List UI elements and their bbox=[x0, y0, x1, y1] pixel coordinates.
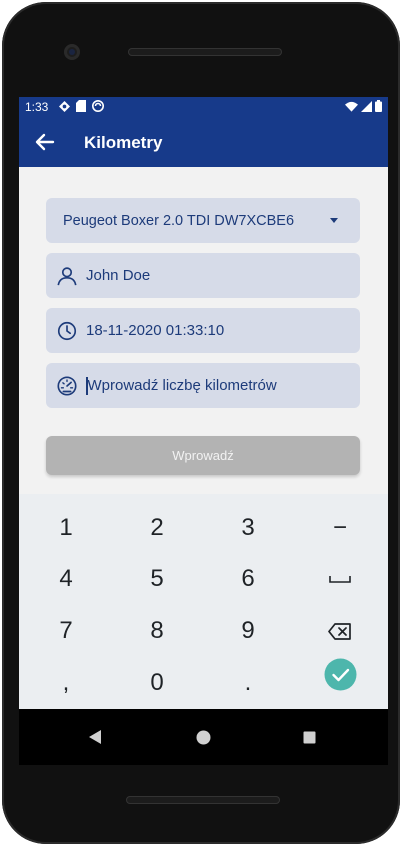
numeric-keyboard: 1 2 3 − 4 5 6 7 8 9 , 0 . bbox=[19, 494, 388, 709]
nav-recents-button[interactable] bbox=[295, 723, 323, 751]
battery-icon bbox=[375, 100, 382, 112]
settings-diamond-icon bbox=[59, 100, 70, 112]
datetime-value: 18-11-2020 01:33:10 bbox=[86, 322, 225, 339]
status-time: 1:33 bbox=[25, 100, 49, 114]
nav-home-circle-icon bbox=[196, 730, 210, 744]
signal-icon bbox=[361, 100, 372, 112]
driver-field: John Doe bbox=[46, 253, 360, 298]
vehicle-selected-value: Peugeot Boxer 2.0 TDI DW7XCBE6 bbox=[63, 212, 295, 229]
key-6-label: 6 bbox=[241, 565, 255, 592]
key-5[interactable]: 5 bbox=[117, 555, 197, 603]
status-bar: 1:33 bbox=[19, 97, 388, 117]
person-icon bbox=[57, 266, 77, 285]
sync-circle-icon bbox=[92, 100, 104, 112]
key-period[interactable]: . bbox=[208, 659, 288, 707]
vehicle-select[interactable]: Peugeot Boxer 2.0 TDI DW7XCBE6 bbox=[46, 198, 360, 243]
key-0[interactable]: 0 bbox=[117, 659, 197, 707]
submit-button[interactable]: Wprowadź bbox=[46, 436, 360, 475]
key-7[interactable]: 7 bbox=[26, 607, 106, 655]
key-comma[interactable]: , bbox=[26, 659, 106, 707]
checkmark-circle-icon bbox=[324, 658, 356, 690]
key-minus-label: − bbox=[332, 514, 347, 541]
back-arrow-icon[interactable] bbox=[35, 132, 55, 152]
status-system-icons bbox=[345, 100, 382, 112]
key-6[interactable]: 6 bbox=[208, 555, 288, 603]
key-2[interactable]: 2 bbox=[117, 504, 197, 552]
key-8-label: 8 bbox=[150, 617, 164, 644]
key-space[interactable] bbox=[300, 555, 380, 603]
space-bar-icon bbox=[329, 576, 351, 583]
key-backspace[interactable] bbox=[300, 607, 380, 655]
key-0-label: 0 bbox=[150, 669, 164, 696]
page-title: Kilometry bbox=[84, 133, 163, 152]
key-3[interactable]: 3 bbox=[208, 504, 288, 552]
phone-frame: 1:33 Kilometry Peugeot Boxer 2.0 TDI DW7… bbox=[2, 2, 400, 844]
front-camera bbox=[64, 44, 80, 60]
nav-back-button[interactable] bbox=[81, 723, 109, 751]
key-comma-label: , bbox=[62, 669, 70, 696]
key-8[interactable]: 8 bbox=[117, 607, 197, 655]
clock-icon bbox=[57, 321, 77, 340]
key-4-label: 4 bbox=[59, 565, 73, 592]
app-bar: Kilometry bbox=[19, 117, 388, 167]
key-3-label: 3 bbox=[241, 514, 255, 541]
kilometers-input[interactable] bbox=[87, 377, 338, 394]
key-1[interactable]: 1 bbox=[26, 504, 106, 552]
status-notification-icons bbox=[59, 100, 104, 112]
submit-button-label: Wprowadź bbox=[172, 448, 234, 463]
datetime-field: 18-11-2020 01:33:10 bbox=[46, 308, 360, 353]
key-9[interactable]: 9 bbox=[208, 607, 288, 655]
key-confirm[interactable] bbox=[300, 650, 380, 698]
driver-name: John Doe bbox=[86, 267, 151, 284]
key-4[interactable]: 4 bbox=[26, 555, 106, 603]
wifi-icon bbox=[345, 101, 358, 112]
key-9-label: 9 bbox=[241, 617, 255, 644]
nav-recents-square-icon bbox=[303, 731, 315, 743]
nav-back-triangle-icon bbox=[89, 730, 101, 744]
key-7-label: 7 bbox=[59, 617, 73, 644]
key-2-label: 2 bbox=[150, 514, 164, 541]
key-5-label: 5 bbox=[150, 565, 164, 592]
nav-home-button[interactable] bbox=[189, 723, 217, 751]
key-period-label: . bbox=[244, 669, 252, 696]
screen: 1:33 Kilometry Peugeot Boxer 2.0 TDI DW7… bbox=[19, 97, 388, 765]
system-navigation-bar bbox=[19, 709, 388, 765]
backspace-icon bbox=[328, 622, 351, 640]
dropdown-caret-icon bbox=[330, 218, 338, 223]
kilometers-field[interactable] bbox=[46, 363, 360, 408]
earpiece-speaker bbox=[128, 48, 282, 56]
speedometer-icon bbox=[57, 375, 77, 396]
bottom-speaker bbox=[126, 796, 280, 804]
key-minus[interactable]: − bbox=[300, 504, 380, 552]
sd-card-icon bbox=[76, 100, 86, 112]
key-1-label: 1 bbox=[59, 514, 73, 541]
